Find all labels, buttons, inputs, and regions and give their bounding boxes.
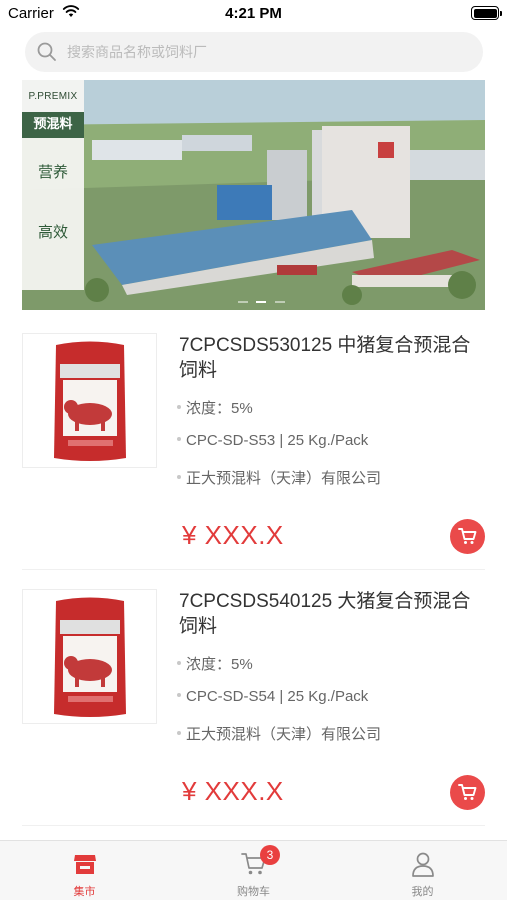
banner-dot [274, 301, 285, 303]
product-image[interactable] [22, 333, 157, 468]
add-to-cart-button[interactable] [450, 519, 485, 554]
banner-side-panel: P.PREMIX 预混料 营养 高效 [22, 80, 84, 290]
product-card[interactable]: 7CPCSDS540125 大猪复合预混合饲料 浓度：5% CPC-SD-S54… [22, 589, 485, 845]
status-time: 4:21 PM [225, 5, 282, 22]
search-input[interactable] [67, 32, 467, 72]
bullet-dot [177, 405, 181, 410]
shop-icon [74, 855, 96, 874]
bottom-tab-bar: 集市 3 购物车 我的 [0, 840, 507, 900]
concentration-text: 浓度：5% [186, 656, 253, 673]
banner-factory-image [22, 80, 485, 310]
bullet-dot [177, 661, 181, 666]
search-bar[interactable] [25, 32, 483, 72]
add-to-cart-button[interactable] [450, 775, 485, 810]
promo-banner[interactable]: P.PREMIX 预混料 营养 高效 [22, 80, 485, 310]
tab-label: 集市 [73, 886, 96, 898]
tab-label: 我的 [411, 886, 434, 898]
feed-bag-image [54, 597, 126, 717]
feed-bag-image [54, 341, 126, 461]
bullet-dot [177, 731, 181, 736]
banner-page-indicator [238, 290, 289, 308]
bullet-dot [177, 437, 181, 442]
status-bar: Carrier 4:21 PM [0, 0, 507, 28]
spec-text: CPC-SD-S53 | 25 Kg./Pack [186, 432, 369, 449]
concentration-text: 浓度：5% [186, 400, 253, 417]
product-card[interactable]: 7CPCSDS530125 中猪复合预混合饲料 浓度：5% CPC-SD-S53… [22, 333, 485, 589]
product-spec: CPC-SD-S53 | 25 Kg./Pack [177, 432, 368, 449]
product-title[interactable]: 7CPCSDS540125 大猪复合预混合饲料 [179, 589, 485, 639]
bullet-dot [177, 475, 181, 480]
product-title[interactable]: 7CPCSDS530125 中猪复合预混合饲料 [179, 333, 485, 383]
company-text: 正大预混料（天津）有限公司 [186, 726, 382, 743]
spec-text: CPC-SD-S54 | 25 Kg./Pack [186, 688, 369, 705]
cart-count-badge: 3 [260, 845, 280, 865]
banner-dot-active [256, 301, 267, 303]
product-concentration: 浓度：5% [177, 653, 253, 674]
company-text: 正大预混料（天津）有限公司 [186, 470, 382, 487]
product-spec: CPC-SD-S54 | 25 Kg./Pack [177, 688, 368, 705]
banner-dot [238, 301, 248, 303]
tab-market[interactable]: 集市 [0, 841, 169, 900]
tab-profile[interactable]: 我的 [338, 841, 507, 900]
banner-word-efficient: 高效 [37, 223, 68, 241]
banner-product-label: 预混料 [22, 112, 84, 138]
bullet-dot [177, 693, 181, 698]
cart-icon [458, 784, 477, 800]
card-divider [22, 569, 485, 570]
banner-brand: P.PREMIX [28, 91, 78, 102]
card-divider [22, 825, 485, 826]
tab-label: 购物车 [237, 886, 270, 898]
product-company: 正大预混料（天津）有限公司 [177, 467, 381, 488]
user-icon [412, 852, 434, 877]
cart-icon [458, 528, 477, 544]
product-concentration: 浓度：5% [177, 397, 253, 418]
search-icon [37, 42, 56, 61]
product-image[interactable] [22, 589, 157, 724]
product-price: ¥ XXX.X [182, 520, 284, 550]
banner-word-nutrition: 营养 [37, 163, 68, 181]
product-price: ¥ XXX.X [182, 776, 284, 806]
battery-icon [471, 6, 502, 20]
product-company: 正大预混料（天津）有限公司 [177, 723, 381, 744]
tab-cart[interactable]: 3 购物车 [169, 841, 338, 900]
